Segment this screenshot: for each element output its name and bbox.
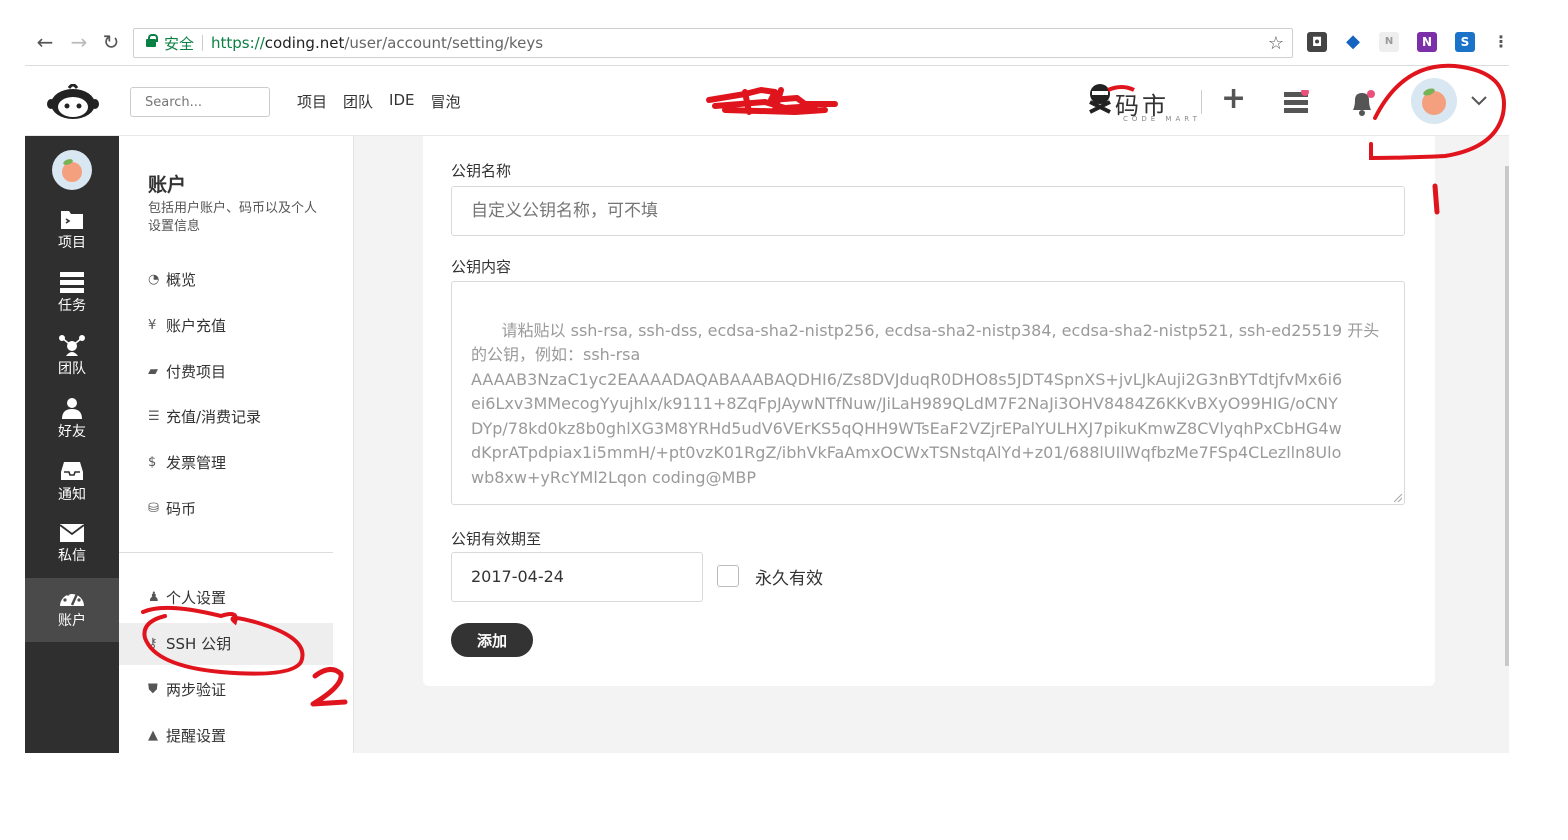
menu-item-reminders[interactable]: ▲ 提醒设置 (148, 716, 226, 753)
account-title: 账户 (148, 174, 187, 196)
key-content-textarea[interactable]: 请粘贴以 ssh-rsa, ssh-dss, ecdsa-sha2-nistp2… (451, 281, 1405, 505)
sidebar-item-projects[interactable]: 项目 (25, 200, 119, 260)
peach-avatar-icon (62, 159, 82, 182)
menu-item-coins[interactable]: ⛁ 码币 (148, 489, 196, 529)
tasks-stack-icon[interactable] (1283, 90, 1309, 114)
folder-icon: ▰ (148, 364, 158, 379)
sidebar-item-notifications[interactable]: 通知 (25, 452, 119, 512)
account-description: 包括用户账户、码币以及个人设置信息 (148, 201, 318, 234)
peach-avatar-icon (1422, 88, 1446, 115)
coins-icon: ⛁ (148, 501, 159, 516)
nav-teams[interactable]: 团队 (343, 91, 373, 112)
add-key-button[interactable]: 添加 (451, 623, 533, 657)
browser-menu-icon[interactable]: ⋮ (1491, 32, 1509, 52)
message-envelope-icon (59, 524, 85, 542)
notification-bell-icon[interactable] (1349, 90, 1375, 116)
redacted-title-scribble (706, 87, 838, 115)
project-folder-icon (61, 211, 83, 229)
menu-item-ssh-keys[interactable]: ⚷ SSH 公钥 (148, 624, 231, 664)
nav-ide[interactable]: IDE (389, 91, 414, 112)
extension-puzzle-icon[interactable]: ◘ (1307, 32, 1327, 52)
account-dashboard-icon (60, 592, 84, 606)
menu-item-personal-settings[interactable]: ♟ 个人设置 (148, 578, 226, 618)
reload-icon[interactable]: ↻ (99, 30, 123, 54)
sidebar-avatar[interactable] (52, 150, 92, 190)
address-bar[interactable]: 安全 https:// coding.net /user/account/set… (133, 28, 1293, 58)
create-plus-icon[interactable]: + (1221, 84, 1246, 114)
permanent-checkbox[interactable] (717, 565, 739, 587)
key-icon: ⚷ (148, 636, 158, 651)
permanent-label[interactable]: 永久有效 (755, 564, 823, 589)
back-arrow-icon[interactable]: ← (33, 30, 57, 54)
page-scrollbar[interactable] (1505, 166, 1509, 666)
forward-arrow-icon[interactable]: → (67, 30, 91, 54)
yen-icon: ¥ (148, 318, 157, 333)
top-nav: 项目 团队 IDE 冒泡 (297, 91, 461, 112)
key-name-input[interactable] (451, 186, 1405, 236)
expiry-date-input[interactable]: 2017-04-24 (451, 552, 703, 602)
app-header: 项目 团队 IDE 冒泡 码市 CODE MART + (25, 66, 1509, 136)
sidebar-item-team[interactable]: 团队 (25, 326, 119, 386)
extension-diamond-icon[interactable]: ◆ (1343, 32, 1363, 52)
lock-icon (146, 34, 158, 47)
bookmark-star-icon[interactable]: ☆ (1268, 33, 1284, 54)
dollar-icon: $ (148, 455, 157, 470)
friends-icon (62, 398, 82, 419)
user-icon: ♟ (148, 590, 160, 605)
url-host: coding.net (264, 34, 345, 52)
nav-projects[interactable]: 项目 (297, 91, 327, 112)
menu-item-records[interactable]: ☰ 充值/消费记录 (148, 397, 261, 437)
tasks-icon (60, 272, 84, 293)
browser-toolbar: ← → ↻ 安全 https:// coding.net /user/accou… (25, 18, 1509, 66)
ssh-key-form-card: 公钥名称 公钥内容 请粘贴以 ssh-rsa, ssh-dss, ecdsa-s… (423, 136, 1435, 686)
primary-sidebar: 项目 任务 团队 好友 通知 私信 账户 (25, 136, 119, 753)
notification-inbox-icon (61, 462, 83, 480)
expiry-label: 公钥有效期至 (451, 530, 542, 548)
menu-item-invoices[interactable]: $ 发票管理 (148, 443, 226, 483)
team-icon (59, 335, 85, 356)
list-icon: ☰ (148, 409, 160, 424)
menu-item-overview[interactable]: ◔ 概览 (148, 260, 196, 300)
url-scheme: https:// (211, 34, 265, 52)
extension-s-icon[interactable]: S (1455, 32, 1475, 52)
sidebar-item-account[interactable]: 账户 (25, 578, 119, 642)
key-content-label: 公钥内容 (451, 258, 512, 276)
user-avatar[interactable] (1411, 78, 1457, 124)
onenote-icon[interactable]: N (1417, 32, 1437, 52)
sidebar-item-friends[interactable]: 好友 (25, 389, 119, 449)
shield-icon: ⛊ (148, 682, 158, 697)
url-path: /user/account/setting/keys (344, 34, 544, 52)
key-content-placeholder: 请粘贴以 ssh-rsa, ssh-dss, ecdsa-sha2-nistp2… (471, 320, 1380, 487)
sidebar-item-messages[interactable]: 私信 (25, 515, 119, 575)
sidebar-item-tasks[interactable]: 任务 (25, 263, 119, 323)
browser-window: ← → ↻ 安全 https:// coding.net /user/accou… (25, 18, 1509, 753)
extension-n-icon[interactable]: N (1379, 32, 1399, 52)
menu-item-two-step[interactable]: ⛊ 两步验证 (148, 670, 226, 710)
dashboard-icon: ◔ (148, 272, 160, 287)
key-name-label: 公钥名称 (451, 162, 512, 180)
chevron-down-icon[interactable] (1469, 90, 1489, 110)
nav-bubble[interactable]: 冒泡 (430, 91, 460, 112)
coding-logo-icon[interactable] (47, 84, 99, 120)
secure-label: 安全 (164, 34, 195, 53)
codemart-sublabel: CODE MART (1123, 115, 1201, 123)
menu-item-recharge[interactable]: ¥ 账户充值 (148, 306, 226, 346)
bell-icon: ▲ (148, 728, 158, 743)
menu-item-paid-projects[interactable]: ▰ 付费项目 (148, 352, 226, 392)
account-sidebar: 账户 包括用户账户、码币以及个人设置信息 ◔ 概览 ¥ 账户充值 ▰ 付费项目 … (119, 136, 354, 753)
search-input[interactable] (130, 87, 270, 117)
resize-grip-icon[interactable] (1394, 494, 1402, 502)
